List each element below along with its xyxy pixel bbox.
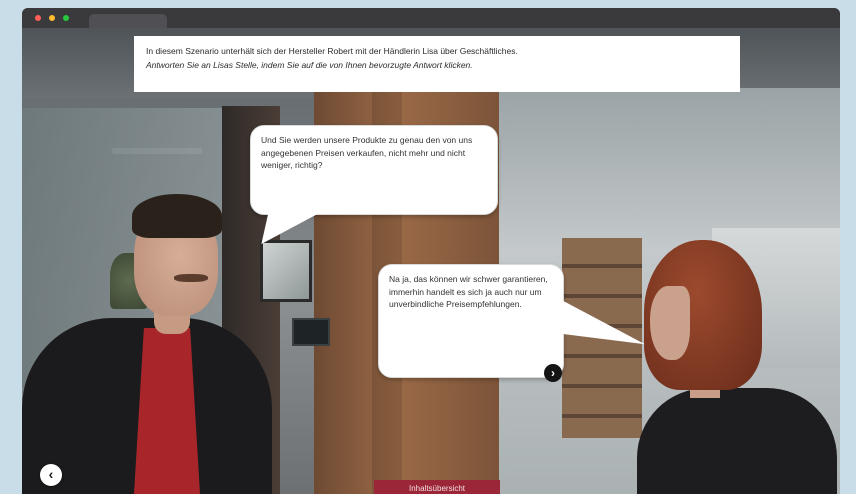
robert-shirt <box>134 328 200 494</box>
minimize-window-button[interactable] <box>49 15 55 21</box>
chevron-right-icon: › <box>551 366 555 380</box>
overview-button[interactable]: Inhaltsübersicht <box>374 480 500 494</box>
robert-mustache <box>174 274 208 282</box>
lisa-answer[interactable]: Na ja, das können wir schwer garantieren… <box>389 273 553 311</box>
browser-tab[interactable] <box>89 14 167 28</box>
instruction-text: In diesem Szenario unterhält sich der He… <box>146 46 518 56</box>
speech-bubble-robert: Und Sie werden unsere Produkte zu genau … <box>249 125 498 244</box>
maximize-window-button[interactable] <box>63 15 69 21</box>
title-bar <box>22 8 840 28</box>
office-scene: In diesem Szenario unterhält sich der He… <box>22 28 840 494</box>
wall-picture <box>260 240 312 302</box>
robert-line: Und Sie werden unsere Produkte zu genau … <box>261 135 473 170</box>
monitor <box>292 318 330 346</box>
instruction-box: In diesem Szenario unterhält sich der He… <box>134 36 740 92</box>
lisa-jacket <box>637 388 837 494</box>
back-button[interactable]: ‹ <box>40 464 62 486</box>
instruction-hint: Antworten Sie an Lisas Stelle, indem Sie… <box>146 60 473 70</box>
robert-hair <box>132 194 222 238</box>
next-button[interactable]: › <box>544 364 562 382</box>
app-window: In diesem Szenario unterhält sich der He… <box>22 8 840 494</box>
lisa-face <box>650 286 690 360</box>
close-window-button[interactable] <box>35 15 41 21</box>
speech-bubble-lisa[interactable]: Na ja, das können wir schwer garantieren… <box>378 264 645 378</box>
chevron-left-icon: ‹ <box>48 466 54 482</box>
